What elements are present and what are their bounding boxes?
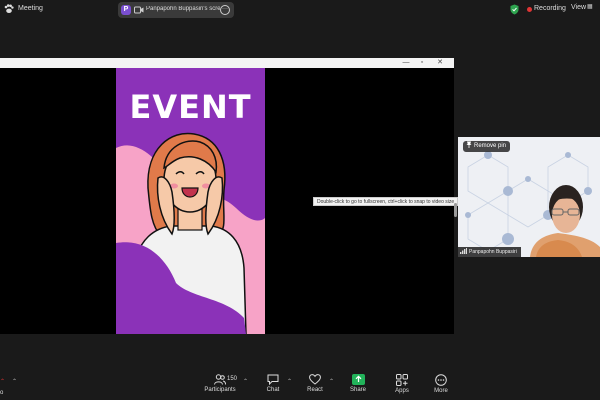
camera-icon <box>134 6 144 14</box>
minimize-icon[interactable]: — <box>400 58 412 68</box>
participant-name-tag: Panpapohn Buppasiri <box>458 247 521 257</box>
more-label: More <box>434 388 448 394</box>
shared-screen[interactable]: — ▫ ✕ EVENT Double-click to go to fullsc… <box>0 58 459 334</box>
share-screen-icon <box>351 374 365 385</box>
video-button-label[interactable]: o <box>0 390 3 396</box>
shield-check-icon[interactable] <box>510 4 519 15</box>
participants-options-chevron[interactable]: ⌃ <box>243 378 248 385</box>
participants-label: Participants <box>204 387 236 393</box>
video-off-icon[interactable]: ⌃ <box>0 378 5 385</box>
participant-name: Panpapohn Buppasiri <box>469 249 517 255</box>
apps-icon <box>396 374 408 386</box>
video-options-chevron[interactable]: ⌃ <box>12 378 17 385</box>
resize-handle[interactable] <box>454 203 457 217</box>
apps-button[interactable]: Apps <box>386 374 418 394</box>
share-label: Panpapohn Buppasiri's scree <box>146 6 220 12</box>
fullscreen-tooltip: Double-click to go to fullscreen, ctrl+c… <box>313 197 459 206</box>
participant-video <box>530 185 600 257</box>
top-bar: Meeting P Panpapohn Buppasiri's scree ··… <box>0 0 600 20</box>
chat-button[interactable]: Chat <box>257 374 289 393</box>
apps-label: Apps <box>395 388 409 394</box>
chat-icon <box>267 374 279 385</box>
poster-title: EVENT <box>129 88 252 126</box>
sharer-avatar: P <box>121 5 131 15</box>
view-button[interactable]: View <box>571 4 586 11</box>
chat-options-chevron[interactable]: ⌃ <box>287 378 292 385</box>
chat-label: Chat <box>266 387 280 393</box>
remove-pin-button[interactable]: Remove pin <box>463 141 511 152</box>
share-label: Share <box>349 387 366 393</box>
remove-pin-label: Remove pin <box>474 143 507 149</box>
heart-icon <box>309 374 321 385</box>
react-button[interactable]: React <box>299 374 331 393</box>
participants-icon <box>214 374 226 385</box>
grid-view-icon[interactable]: ▦ <box>587 3 593 10</box>
shared-window-titlebar: — ▫ ✕ <box>0 58 454 68</box>
meeting-toolbar: ⌃ o ⌃ Participants 150 ⌃ Chat ⌃ React ⌃ … <box>0 370 600 400</box>
more-icon <box>435 374 447 386</box>
meeting-title: Meeting <box>18 5 43 12</box>
react-label: React <box>307 387 323 393</box>
screen-share-indicator[interactable]: P Panpapohn Buppasiri's scree ··· <box>118 2 234 18</box>
close-icon[interactable]: ✕ <box>434 58 446 68</box>
maximize-icon[interactable]: ▫ <box>416 58 428 68</box>
paw-icon <box>4 4 14 13</box>
more-button[interactable]: More <box>425 374 457 394</box>
pinned-video-tile[interactable]: Remove pin Panpapohn Buppasiri <box>458 137 600 257</box>
react-options-chevron[interactable]: ⌃ <box>329 378 334 385</box>
share-button[interactable]: Share <box>342 374 374 393</box>
pin-icon <box>466 141 472 148</box>
participants-count: 150 <box>227 376 238 382</box>
signal-strength-icon <box>460 248 467 254</box>
more-options-icon[interactable]: ··· <box>220 5 230 15</box>
event-poster: EVENT <box>116 68 265 334</box>
recording-dot-icon <box>527 7 532 12</box>
recording-label[interactable]: Recording <box>534 5 566 12</box>
